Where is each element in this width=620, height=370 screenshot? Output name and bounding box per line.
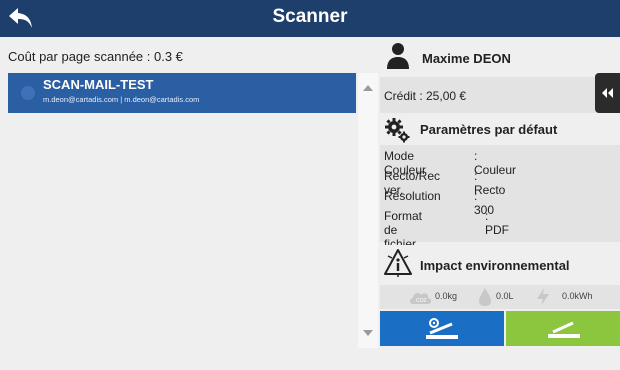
scan-settings-button[interactable] — [380, 311, 504, 346]
impact-header: Impact environnemental — [380, 245, 620, 283]
co2-cloud-icon: CO2 — [410, 292, 431, 304]
list-item-emails: m.deon@cartadis.com | m.deon@cartadis.co… — [43, 95, 200, 104]
credit-row: Crédit : 25,00 € — [380, 77, 620, 113]
scrollbar[interactable] — [358, 73, 378, 348]
recycle-info-icon — [384, 249, 412, 277]
impact-title: Impact environnemental — [420, 258, 570, 273]
user-name: Maxime DEON — [422, 51, 511, 66]
user-icon — [387, 43, 409, 69]
start-scan-button[interactable] — [506, 311, 620, 346]
scroll-up-icon[interactable] — [363, 85, 373, 91]
scanner-icon — [548, 321, 580, 338]
list-item[interactable]: SCAN-MAIL-TEST m.deon@cartadis.com | m.d… — [8, 73, 356, 113]
double-chevron-left-icon — [602, 88, 613, 98]
collapse-panel-button[interactable] — [595, 73, 620, 113]
gears-icon — [385, 118, 410, 143]
settings-header: Paramètres par défaut — [380, 114, 620, 144]
list-item-name: SCAN-MAIL-TEST — [43, 77, 154, 92]
settings-title: Paramètres par défaut — [420, 122, 558, 137]
water-drop-icon — [479, 288, 491, 306]
lightning-icon — [537, 288, 549, 306]
user-row: Maxime DEON — [380, 38, 620, 76]
top-bar: Scanner — [0, 0, 620, 37]
settings-list: Mode Couleur : Couleur Recto/Rec ver. : … — [380, 145, 620, 251]
item-bullet-icon — [21, 86, 35, 100]
page-title: Scanner — [272, 6, 348, 27]
setting-value: : PDF — [485, 209, 509, 237]
setting-key: Résolution — [384, 189, 441, 203]
impact-metrics: CO2 0.0kg 0.0L 0.0kWh — [380, 285, 620, 309]
scanner-settings-icon — [426, 318, 458, 339]
cost-per-page: Coût par page scannée : 0.3 € — [8, 49, 183, 64]
svg-text:CO2: CO2 — [416, 298, 427, 304]
credit-value: Crédit : 25,00 € — [384, 89, 467, 103]
scroll-down-icon[interactable] — [363, 330, 373, 336]
